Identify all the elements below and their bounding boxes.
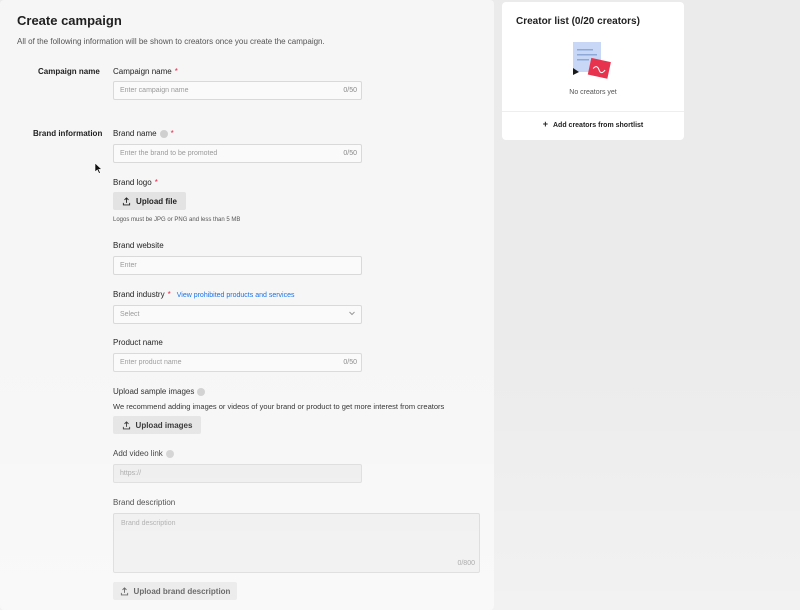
add-creators-button[interactable]: + Add creators from shortlist (502, 119, 684, 129)
empty-state-text: No creators yet (569, 89, 617, 96)
sample-images-hint: We recommend adding images or videos of … (113, 402, 445, 411)
product-name-placeholder: Enter product name (120, 359, 182, 366)
video-link-placeholder: https:// (120, 470, 142, 477)
product-name-label: Product name (113, 338, 163, 347)
upload-icon (122, 420, 130, 429)
upload-images-label: Upload images (135, 420, 193, 430)
brand-logo-hint: Logos must be JPG or PNG and less than 5… (113, 217, 241, 223)
prohibited-products-link[interactable]: View prohibited products and services (177, 292, 295, 299)
upload-brand-description-button[interactable]: Upload brand description (113, 582, 237, 600)
upload-brand-description-label: Upload brand description (133, 586, 231, 596)
video-link-label: Add video link (113, 449, 174, 458)
info-icon[interactable] (159, 129, 168, 138)
plus-icon: + (542, 119, 548, 129)
brand-description-textarea[interactable]: Brand description 0/800 (113, 513, 480, 573)
brand-industry-placeholder: Select (120, 311, 140, 318)
page-subtitle: All of the following information will be… (17, 37, 325, 46)
required-marker: * (154, 178, 158, 187)
product-name-input[interactable]: Enter product name 0/50 (113, 353, 362, 372)
product-name-counter: 0/50 (343, 359, 357, 366)
brand-name-counter: 0/50 (343, 150, 357, 157)
brand-description-counter: 0/800 (457, 560, 475, 567)
empty-list-illustration (573, 42, 611, 79)
brand-industry-select[interactable]: Select (113, 305, 362, 324)
chevron-down-icon (349, 311, 355, 316)
upload-file-button[interactable]: Upload file (113, 192, 186, 210)
brand-name-placeholder: Enter the brand to be promoted (120, 150, 218, 157)
creator-list-title: Creator list (0/20 creators) (516, 16, 640, 27)
brand-description-label: Brand description (113, 498, 176, 507)
upload-images-button[interactable]: Upload images (113, 416, 201, 434)
video-link-input[interactable]: https:// (113, 464, 362, 483)
info-icon[interactable] (197, 387, 206, 396)
brand-description-placeholder: Brand description (121, 520, 176, 527)
upload-icon (122, 196, 131, 205)
sample-images-label: Upload sample images (113, 387, 206, 396)
section-label-campaign: Campaign name (38, 67, 100, 76)
campaign-name-placeholder: Enter campaign name (120, 87, 189, 94)
required-marker: * (167, 290, 171, 299)
mouse-cursor-icon (94, 162, 103, 174)
upload-icon (120, 586, 128, 595)
brand-website-label: Brand website (113, 241, 164, 250)
campaign-name-counter: 0/50 (343, 87, 357, 94)
brand-website-input[interactable]: Enter (113, 256, 362, 275)
brand-website-placeholder: Enter (120, 262, 137, 269)
brand-industry-label: Brand industry * View prohibited products … (113, 290, 295, 299)
add-creators-label: Add creators from shortlist (553, 122, 644, 129)
campaign-name-label: Campaign name * (113, 67, 178, 76)
brand-name-input[interactable]: Enter the brand to be promoted 0/50 (113, 144, 362, 163)
upload-file-label: Upload file (136, 196, 177, 206)
campaign-name-input[interactable]: Enter campaign name 0/50 (113, 81, 362, 100)
info-icon[interactable] (165, 449, 174, 458)
required-marker: * (174, 67, 178, 76)
section-label-brand: Brand information (33, 129, 103, 138)
required-marker: * (170, 129, 174, 138)
brand-name-label: Brand name * (113, 129, 174, 138)
page-title: Create campaign (17, 13, 122, 28)
brand-logo-label: Brand logo * (113, 178, 158, 187)
divider (502, 111, 684, 112)
